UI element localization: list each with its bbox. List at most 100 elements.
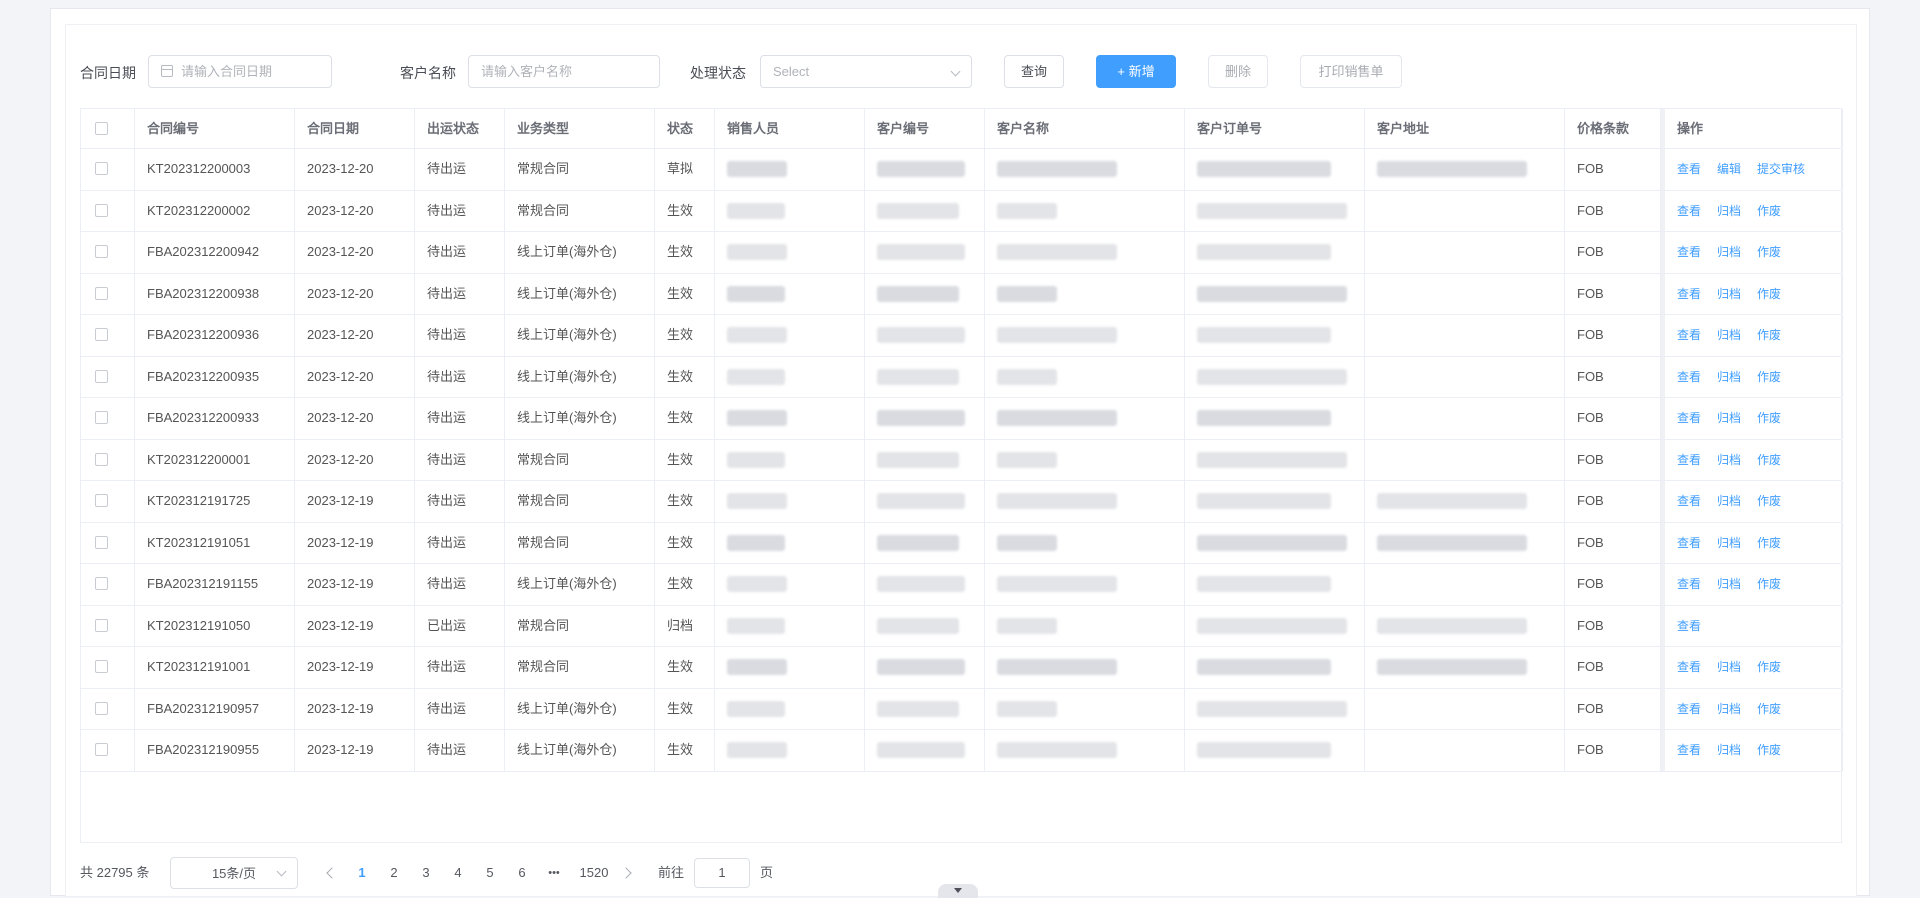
table-row[interactable]: KT202312200002 2023-12-20 待出运 常规合同 生效 FOB 查看 归档… bbox=[81, 190, 1843, 232]
action-link[interactable]: 查看 bbox=[1677, 564, 1701, 604]
col-customer-code[interactable]: 客户编号 bbox=[865, 109, 985, 148]
page-last[interactable]: 1520 bbox=[574, 857, 614, 889]
action-link[interactable]: 归档 bbox=[1717, 232, 1741, 272]
row-checkbox[interactable] bbox=[95, 660, 108, 673]
action-link[interactable]: 查看 bbox=[1677, 315, 1701, 355]
action-link[interactable]: 查看 bbox=[1677, 523, 1701, 563]
select-all-checkbox[interactable] bbox=[95, 122, 108, 135]
action-link[interactable]: 作废 bbox=[1757, 274, 1781, 314]
table-row[interactable]: KT202312200003 2023-12-20 待出运 常规合同 草拟 FOB 查看 编辑… bbox=[81, 149, 1843, 191]
row-checkbox[interactable] bbox=[95, 618, 108, 632]
next-page-icon[interactable] bbox=[620, 867, 632, 879]
action-link[interactable]: 归档 bbox=[1717, 274, 1741, 314]
table-row[interactable]: KT202312200001 2023-12-20 待出运 常规合同 生效 FOB 查看 归档… bbox=[81, 439, 1843, 481]
action-link[interactable]: 作废 bbox=[1757, 689, 1781, 729]
action-link[interactable]: 归档 bbox=[1717, 481, 1741, 521]
col-customer-name[interactable]: 客户名称 bbox=[985, 109, 1185, 148]
action-link[interactable]: 作废 bbox=[1757, 232, 1781, 272]
action-link[interactable]: 查看 bbox=[1677, 606, 1701, 646]
table-row[interactable]: FBA202312200936 2023-12-20 待出运 线上订单(海外仓) 生效 F… bbox=[81, 315, 1843, 357]
action-link[interactable]: 查看 bbox=[1677, 647, 1701, 687]
col-ship-status[interactable]: 出运状态 bbox=[415, 109, 505, 148]
page-6[interactable]: 6 bbox=[510, 857, 534, 889]
col-contract-date[interactable]: 合同日期 bbox=[295, 109, 415, 148]
page-size-select[interactable]: 15条/页 bbox=[170, 857, 298, 889]
row-checkbox[interactable] bbox=[95, 577, 108, 590]
col-status[interactable]: 状态 bbox=[655, 109, 715, 148]
row-checkbox[interactable] bbox=[95, 245, 108, 258]
table-row[interactable]: FBA202312200935 2023-12-20 待出运 线上订单(海外仓) 生效 F… bbox=[81, 356, 1843, 398]
page-4[interactable]: 4 bbox=[446, 857, 470, 889]
add-button[interactable]: + 新增 bbox=[1096, 55, 1176, 88]
col-customer-address[interactable]: 客户地址 bbox=[1365, 109, 1565, 148]
action-link[interactable]: 作废 bbox=[1757, 191, 1781, 231]
action-link[interactable]: 查看 bbox=[1677, 191, 1701, 231]
goto-page-input[interactable]: 1 bbox=[694, 858, 750, 888]
row-checkbox[interactable] bbox=[95, 162, 108, 175]
action-link[interactable]: 查看 bbox=[1677, 689, 1701, 729]
row-checkbox[interactable] bbox=[95, 701, 108, 715]
action-link[interactable]: 查看 bbox=[1677, 398, 1701, 438]
page-5[interactable]: 5 bbox=[478, 857, 502, 889]
action-link[interactable]: 归档 bbox=[1717, 647, 1741, 687]
table-row[interactable]: KT202312191725 2023-12-19 待出运 常规合同 生效 FOB 查看 归档… bbox=[81, 481, 1843, 523]
row-checkbox[interactable] bbox=[95, 743, 108, 756]
col-salesperson[interactable]: 销售人员 bbox=[715, 109, 865, 148]
col-contract-code[interactable]: 合同编号 bbox=[135, 109, 295, 148]
row-checkbox[interactable] bbox=[95, 535, 108, 549]
action-link[interactable]: 查看 bbox=[1677, 440, 1701, 480]
print-sales-order-button[interactable]: 打印销售单 bbox=[1300, 55, 1402, 88]
action-link[interactable]: 作废 bbox=[1757, 564, 1781, 604]
col-business-type[interactable]: 业务类型 bbox=[505, 109, 655, 148]
action-link[interactable]: 提交审核 bbox=[1757, 149, 1805, 189]
row-checkbox[interactable] bbox=[95, 411, 108, 424]
prev-page-icon[interactable] bbox=[326, 867, 338, 879]
action-link[interactable]: 作废 bbox=[1757, 440, 1781, 480]
action-link[interactable]: 归档 bbox=[1717, 564, 1741, 604]
table-row[interactable]: KT202312191051 2023-12-19 待出运 常规合同 生效 FOB 查看 归档… bbox=[81, 522, 1843, 564]
action-link[interactable]: 归档 bbox=[1717, 315, 1741, 355]
row-checkbox[interactable] bbox=[95, 494, 108, 507]
action-link[interactable]: 归档 bbox=[1717, 523, 1741, 563]
table-row[interactable]: FBA202312190955 2023-12-19 待出运 线上订单(海外仓) 生效 F… bbox=[81, 730, 1843, 772]
row-checkbox[interactable] bbox=[95, 328, 108, 341]
action-link[interactable]: 作废 bbox=[1757, 398, 1781, 438]
action-link[interactable]: 归档 bbox=[1717, 440, 1741, 480]
table-row[interactable]: FBA202312200933 2023-12-20 待出运 线上订单(海外仓) 生效 F… bbox=[81, 398, 1843, 440]
action-link[interactable]: 查看 bbox=[1677, 357, 1701, 397]
action-link[interactable]: 归档 bbox=[1717, 357, 1741, 397]
action-link[interactable]: 查看 bbox=[1677, 730, 1701, 770]
action-link[interactable]: 查看 bbox=[1677, 149, 1701, 189]
customer-name-input[interactable]: 请输入客户名称 bbox=[468, 55, 660, 88]
action-link[interactable]: 归档 bbox=[1717, 398, 1741, 438]
action-link[interactable]: 作废 bbox=[1757, 481, 1781, 521]
process-status-select[interactable]: Select bbox=[760, 55, 972, 88]
action-link[interactable]: 编辑 bbox=[1717, 149, 1741, 189]
table-row[interactable]: FBA202312190957 2023-12-19 待出运 线上订单(海外仓) 生效 F… bbox=[81, 688, 1843, 730]
action-link[interactable]: 作废 bbox=[1757, 315, 1781, 355]
action-link[interactable]: 查看 bbox=[1677, 274, 1701, 314]
row-checkbox[interactable] bbox=[95, 203, 108, 217]
contract-date-input[interactable]: 请输入合同日期 bbox=[148, 55, 332, 88]
more-pages-icon[interactable]: ••• bbox=[542, 857, 566, 889]
col-price-terms[interactable]: 价格条款 bbox=[1565, 109, 1661, 148]
action-link[interactable]: 归档 bbox=[1717, 689, 1741, 729]
query-button[interactable]: 查询 bbox=[1004, 55, 1064, 88]
action-link[interactable]: 作废 bbox=[1757, 357, 1781, 397]
action-link[interactable]: 查看 bbox=[1677, 481, 1701, 521]
row-checkbox[interactable] bbox=[95, 452, 108, 466]
table-row[interactable]: FBA202312200942 2023-12-20 待出运 线上订单(海外仓) 生效 F… bbox=[81, 232, 1843, 274]
action-link[interactable]: 查看 bbox=[1677, 232, 1701, 272]
table-row[interactable]: KT202312191050 2023-12-19 已出运 常规合同 归档 FOB 查看 bbox=[81, 605, 1843, 647]
action-link[interactable]: 作废 bbox=[1757, 730, 1781, 770]
page-1[interactable]: 1 bbox=[350, 857, 374, 889]
table-row[interactable]: FBA202312200938 2023-12-20 待出运 线上订单(海外仓) 生效 F… bbox=[81, 273, 1843, 315]
page-3[interactable]: 3 bbox=[414, 857, 438, 889]
delete-button[interactable]: 删除 bbox=[1208, 55, 1268, 88]
action-link[interactable]: 作废 bbox=[1757, 523, 1781, 563]
action-link[interactable]: 作废 bbox=[1757, 647, 1781, 687]
row-checkbox[interactable] bbox=[95, 286, 108, 300]
row-checkbox[interactable] bbox=[95, 369, 108, 383]
col-customer-order-no[interactable]: 客户订单号 bbox=[1185, 109, 1365, 148]
action-link[interactable]: 归档 bbox=[1717, 730, 1741, 770]
